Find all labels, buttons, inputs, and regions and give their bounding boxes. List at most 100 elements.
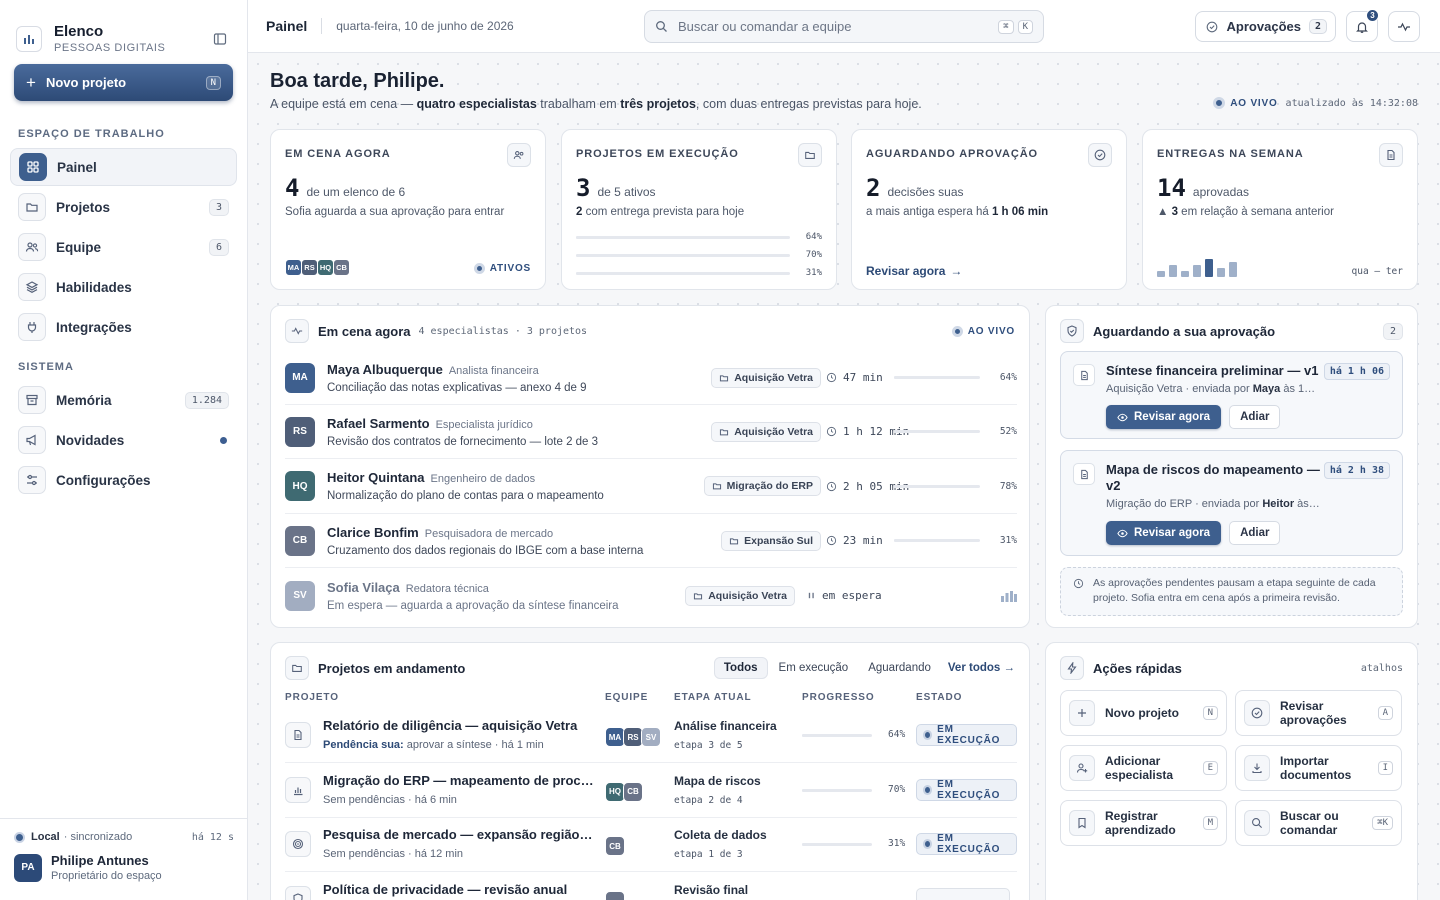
shield-icon	[285, 885, 311, 900]
on-stage-panel: Em cena agora 4 especialistas · 3 projet…	[270, 305, 1030, 628]
greeting-subtitle: A equipe está em cena — quatro especiali…	[270, 97, 922, 111]
clock-icon	[826, 535, 843, 546]
sidebar-item-equipe[interactable]: Equipe 6	[10, 228, 237, 266]
sidebar-item-integracoes[interactable]: Integrações	[10, 308, 237, 346]
spark-bar	[1193, 265, 1201, 277]
avatar: CB	[623, 781, 643, 802]
approvals-count: 2	[1308, 19, 1327, 34]
project-name: Política de privacidade — revisão anual	[323, 881, 568, 897]
project-tag[interactable]: Migração do ERP	[703, 476, 821, 497]
quick-actions-panel: Ações rápidas atalhos Novo projeto N Rev…	[1045, 642, 1418, 900]
user-profile[interactable]: PA Philipe Antunes Proprietário do espaç…	[14, 853, 234, 882]
table-row[interactable]: Política de privacidade — revisão anual …	[285, 873, 1017, 900]
projects-panel: Projetos em andamento Todos Em execução …	[270, 642, 1030, 900]
progress-bar	[802, 843, 872, 847]
approvals-button[interactable]: Aprovações 2	[1194, 11, 1336, 42]
brand-title: Elenco	[54, 23, 104, 40]
stat-value: 2	[866, 174, 881, 202]
breadcrumb: Painel	[266, 18, 308, 34]
shield-check-icon	[1060, 319, 1084, 343]
document-icon	[1073, 364, 1095, 386]
project-name: Migração do ERP — mapeamento de processo…	[323, 772, 595, 788]
see-all-link[interactable]: Ver todos →	[948, 662, 1015, 674]
avatar: CB	[333, 259, 350, 276]
spark-bar	[1217, 268, 1225, 277]
approval-card: Síntese financeira preliminar — v1 Aquis…	[1060, 351, 1403, 439]
project-tag[interactable]: Expansão Sul	[721, 530, 821, 551]
sync-status: Local	[31, 831, 60, 843]
specialist-name: Clarice Bonfim	[327, 524, 419, 540]
sidebar-item-painel[interactable]: Painel	[10, 148, 237, 186]
quick-action-check-circle[interactable]: Revisar aprovações A	[1235, 690, 1402, 736]
tab-em-execucao[interactable]: Em execução	[770, 658, 858, 678]
review-now-button[interactable]: Revisar agora	[1106, 521, 1222, 545]
panel-title: Aguardando a sua aprovação	[1093, 323, 1276, 339]
panel-title: Ações rápidas	[1093, 660, 1182, 676]
sidebar-item-novidades[interactable]: Novidades	[10, 421, 237, 459]
specialist-task: Em espera — aguarda a aprovação da sínte…	[327, 599, 619, 612]
stage-step: etapa 2 de 4	[674, 794, 743, 806]
panel-title: Projetos em andamento	[318, 660, 466, 676]
search-input[interactable]	[678, 19, 999, 34]
folder-icon	[712, 481, 727, 491]
specialist-row[interactable]: SV Sofia Vilaça Redatora técnica Em esper…	[285, 569, 1017, 623]
folder-icon	[798, 143, 822, 167]
status-label: ATIVOS	[489, 263, 531, 274]
activity-button[interactable]	[1388, 11, 1420, 42]
download-icon	[1244, 755, 1270, 781]
progress-fill	[802, 734, 847, 737]
table-row[interactable]: Relatório de diligência — aquisição Vetr…	[285, 709, 1017, 763]
tab-aguardando[interactable]: Aguardando	[859, 658, 940, 678]
postpone-button[interactable]: Adiar	[1229, 405, 1281, 429]
quick-action-bookmark[interactable]: Registrar aprendizado M	[1060, 800, 1227, 846]
quick-action-search[interactable]: Buscar ou comandar ⌘K	[1235, 800, 1402, 846]
sidebar-item-habilidades[interactable]: Habilidades	[10, 268, 237, 306]
specialist-row[interactable]: CB Clarice Bonfim Pesquisadora de mercado…	[285, 514, 1017, 569]
postpone-button[interactable]: Adiar	[1229, 521, 1281, 545]
progress-percent: 70%	[888, 783, 906, 795]
quick-action-download[interactable]: Importar documentos I	[1235, 745, 1402, 791]
quick-action-plus[interactable]: Novo projeto N	[1060, 690, 1227, 736]
project-tag[interactable]: Aquisição Vetra	[685, 585, 795, 606]
panel-meta: atalhos	[1360, 662, 1403, 674]
stat-value: 4	[285, 174, 300, 202]
notifications-button[interactable]: 3	[1346, 9, 1379, 42]
avatar: HQ	[317, 259, 334, 276]
project-tag[interactable]: Aquisição Vetra	[711, 367, 821, 388]
quick-action-user-plus[interactable]: Adicionar especialista E	[1060, 745, 1227, 791]
live-indicator: AO VIVO	[951, 325, 1015, 337]
quick-action-label: Registrar aprendizado	[1105, 809, 1176, 837]
current-stage: Coleta de dados	[674, 828, 767, 843]
specialist-row[interactable]: HQ Heitor Quintana Engenheiro de dados No…	[285, 460, 1017, 514]
sidebar-toggle-icon[interactable]	[209, 28, 231, 50]
sidebar-item-memoria[interactable]: Memória 1.284	[10, 381, 237, 419]
table-row[interactable]: Pesquisa de mercado — expansão região Su…	[285, 818, 1017, 873]
activity-icon	[1397, 20, 1411, 34]
megaphone-icon	[18, 426, 46, 454]
sidebar-item-configuracoes[interactable]: Configurações	[10, 461, 237, 499]
specialist-row[interactable]: RS Rafael Sarmento Especialista jurídico …	[285, 405, 1017, 460]
specialist-row[interactable]: MA Maya Albuquerque Analista financeira C…	[285, 351, 1017, 405]
live-label: AO VIVO	[1230, 97, 1278, 109]
quick-action-label: Buscar ou comandar	[1280, 809, 1339, 837]
spark-bar	[1229, 262, 1237, 277]
stat-unit: decisões suas	[887, 185, 964, 199]
progress-fill	[894, 539, 921, 543]
folder-icon	[285, 656, 309, 680]
review-now-link[interactable]: Revisar agora →	[866, 264, 962, 278]
progress-percent: 31%	[805, 268, 822, 278]
users-icon	[507, 143, 531, 167]
folder-icon	[18, 193, 46, 221]
new-project-button[interactable]: + Novo projeto N	[14, 64, 233, 101]
plus-icon: +	[26, 73, 36, 92]
review-now-button[interactable]: Revisar agora	[1106, 405, 1222, 429]
current-stage: Análise financeira	[674, 719, 777, 733]
project-tag[interactable]: Aquisição Vetra	[711, 421, 821, 442]
status-dot	[473, 263, 485, 274]
tab-todos[interactable]: Todos	[713, 657, 768, 679]
plus-icon	[1069, 700, 1095, 726]
sidebar-footer: Local · sincronizado há 12 s PA Philipe …	[0, 818, 248, 900]
search-bar[interactable]: ⌘ K	[644, 10, 1044, 43]
sidebar-item-projetos[interactable]: Projetos 3	[10, 188, 237, 226]
table-row[interactable]: Migração do ERP — mapeamento de processo…	[285, 764, 1017, 818]
